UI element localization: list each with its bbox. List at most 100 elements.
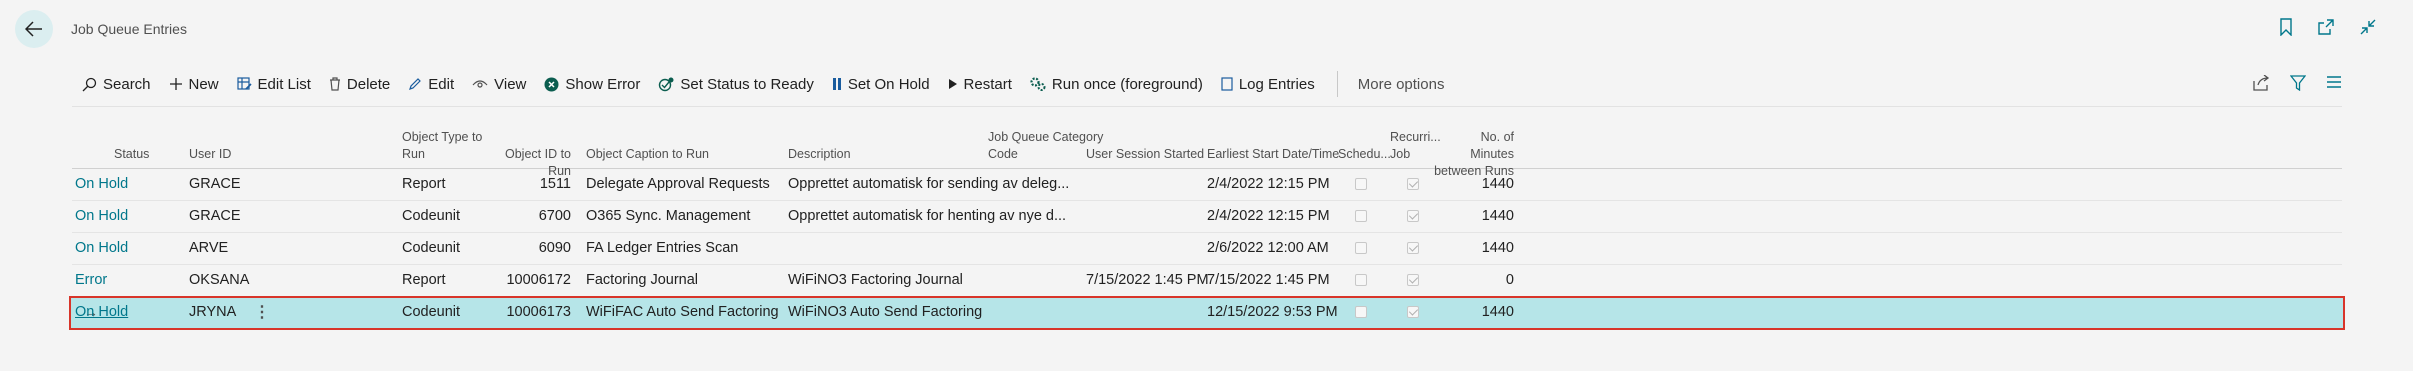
minutes-cell: 0 <box>1505 272 1514 288</box>
scheduled-checkbox[interactable] <box>1355 242 1367 254</box>
user-id-cell: GRACE <box>189 208 241 224</box>
recurring-checkbox[interactable] <box>1407 242 1419 254</box>
edit-list-button[interactable]: Edit List <box>236 76 311 93</box>
object-type-cell: Codeunit <box>402 304 461 320</box>
scheduled-checkbox[interactable] <box>1355 178 1367 190</box>
table-row[interactable]: On Hold GRACE Report 1511 Delegate Appro… <box>72 169 2342 201</box>
view-label: View <box>494 75 527 93</box>
column-object-type[interactable]: Object Type to Run <box>402 129 482 163</box>
object-id-cell: 1511 <box>539 176 571 192</box>
back-button[interactable] <box>15 10 53 48</box>
table-row[interactable]: On Hold GRACE Codeunit 6700 O365 Sync. M… <box>72 201 2342 233</box>
play-icon <box>948 79 957 89</box>
action-bar: Search New Edit List Delete Edit View Sh… <box>72 62 2342 107</box>
run-once-button[interactable]: Run once (foreground) <box>1030 76 1203 93</box>
recurring-checkbox[interactable] <box>1407 178 1419 190</box>
object-id-cell: 10006173 <box>506 304 571 320</box>
status-link[interactable]: On Hold <box>75 208 128 224</box>
search-icon <box>82 77 97 91</box>
view-button[interactable]: View <box>472 76 526 93</box>
filter-icon[interactable] <box>2290 75 2306 91</box>
earliest-start-cell: 12/15/2022 9:53 PM <box>1207 304 1338 320</box>
edit-label: Edit <box>428 75 455 93</box>
status-link[interactable]: On Hold <box>75 304 128 320</box>
user-id-cell: OKSANA <box>189 272 250 288</box>
column-earliest-start[interactable]: Earliest Start Date/Time <box>1207 146 1339 163</box>
column-scheduled[interactable]: Schedu... <box>1338 146 1391 163</box>
user-id-cell: JRYNA <box>189 304 237 320</box>
column-object-type-line2: Run <box>402 147 425 161</box>
set-status-icon <box>659 77 674 91</box>
status-link[interactable]: On Hold <box>75 240 128 256</box>
list-view-icon[interactable] <box>2326 75 2342 89</box>
search-label: Search <box>103 75 151 93</box>
separator <box>1336 71 1338 97</box>
user-id-cell: ARVE <box>189 240 229 256</box>
minutes-cell: 1440 <box>1481 240 1514 256</box>
show-error-button[interactable]: Show Error <box>544 76 640 93</box>
edit-list-icon <box>236 77 252 90</box>
edit-button[interactable]: Edit <box>408 76 454 93</box>
object-id-cell: 6700 <box>538 208 571 224</box>
earliest-start-cell: 7/15/2022 1:45 PM <box>1207 272 1330 288</box>
object-caption-cell: O365 Sync. Management <box>586 208 751 224</box>
table-row[interactable]: On Hold ARVE Codeunit 6090 FA Ledger Ent… <box>72 233 2342 265</box>
new-label: New <box>188 75 219 93</box>
minutes-cell: 1440 <box>1481 208 1514 224</box>
collapse-icon[interactable] <box>2359 18 2377 36</box>
restart-button[interactable]: Restart <box>948 76 1012 93</box>
set-status-ready-button[interactable]: Set Status to Ready <box>658 76 814 93</box>
session-started-cell: 7/15/2022 1:45 PM <box>1086 272 1209 288</box>
object-caption-cell: Factoring Journal <box>586 272 699 288</box>
table-row-selected[interactable]: → On Hold ⋮ JRYNA Codeunit 10006173 WiFi… <box>69 296 2345 330</box>
search-action[interactable]: Search <box>82 76 151 93</box>
bookmark-icon[interactable] <box>2279 18 2293 36</box>
scheduled-checkbox[interactable] <box>1355 210 1367 222</box>
page-title: Job Queue Entries <box>71 21 187 37</box>
earliest-start-cell: 2/4/2022 12:15 PM <box>1207 176 1330 192</box>
set-on-hold-button[interactable]: Set On Hold <box>832 76 930 93</box>
eye-icon <box>472 80 488 88</box>
log-entries-button[interactable]: Log Entries <box>1221 76 1315 93</box>
column-status[interactable]: Status <box>114 146 149 163</box>
object-caption-cell: FA Ledger Entries Scan <box>586 240 739 256</box>
more-options-button[interactable]: More options <box>1358 76 1445 93</box>
log-entries-label: Log Entries <box>1238 75 1315 93</box>
column-minutes-line1: No. of Minutes <box>1470 130 1514 161</box>
gears-icon <box>1030 77 1046 91</box>
open-new-window-icon[interactable] <box>2317 18 2335 36</box>
earliest-start-cell: 2/6/2022 12:00 AM <box>1207 240 1329 256</box>
share-icon[interactable] <box>2252 75 2270 91</box>
table-row[interactable]: Error OKSANA Report 10006172 Factoring J… <box>72 265 2342 297</box>
scheduled-checkbox[interactable] <box>1355 274 1367 286</box>
recurring-checkbox[interactable] <box>1407 210 1419 222</box>
show-error-label: Show Error <box>565 75 641 93</box>
scheduled-checkbox[interactable] <box>1355 306 1367 318</box>
object-caption-cell: Delegate Approval Requests <box>586 176 770 192</box>
status-link[interactable]: Error <box>75 272 107 288</box>
object-type-cell: Report <box>402 272 446 288</box>
minutes-cell: 1440 <box>1481 176 1514 192</box>
plus-icon <box>169 78 182 90</box>
column-user-id[interactable]: User ID <box>189 146 231 163</box>
status-link[interactable]: On Hold <box>75 176 128 192</box>
page-header: Job Queue Entries <box>0 0 2413 62</box>
description-cell: WiFiNO3 Auto Send Factoring <box>788 304 983 320</box>
earliest-start-cell: 2/4/2022 12:15 PM <box>1207 208 1330 224</box>
column-object-type-line1: Object Type to <box>402 130 483 144</box>
object-id-cell: 10006172 <box>506 272 571 288</box>
row-actions-menu-icon[interactable]: ⋮ <box>254 302 270 322</box>
column-description[interactable]: Description <box>788 146 851 163</box>
description-cell: WiFiNO3 Factoring Journal <box>788 272 963 288</box>
object-id-cell: 6090 <box>538 240 571 256</box>
new-button[interactable]: New <box>169 76 219 93</box>
column-object-caption[interactable]: Object Caption to Run <box>586 146 709 163</box>
delete-button[interactable]: Delete <box>329 76 390 93</box>
description-cell: Opprettet automatisk for henting av nye … <box>788 208 1067 224</box>
user-id-cell: GRACE <box>189 176 241 192</box>
description-cell: Opprettet automatisk for sending av dele… <box>788 176 1070 192</box>
recurring-checkbox[interactable] <box>1407 306 1419 318</box>
recurring-checkbox[interactable] <box>1407 274 1419 286</box>
back-arrow-icon <box>25 21 42 37</box>
column-session-started[interactable]: User Session Started <box>1086 146 1204 163</box>
